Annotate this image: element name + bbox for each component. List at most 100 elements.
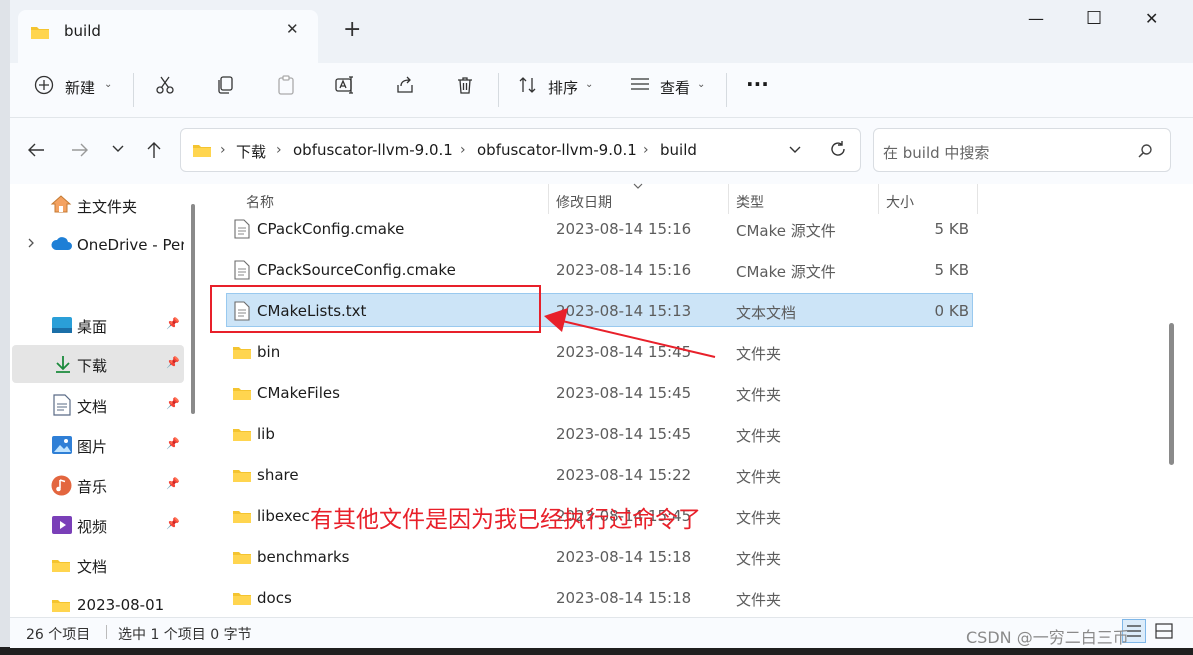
expand-chevron-icon: [26, 237, 36, 249]
rename-icon[interactable]: [335, 75, 355, 95]
delete-icon[interactable]: [455, 75, 475, 95]
close-window-button[interactable]: ✕: [1145, 9, 1158, 28]
sort-button[interactable]: 排序 ⌄: [518, 74, 598, 98]
home-icon: [50, 194, 72, 214]
nav-item-documents-folder[interactable]: 文档: [12, 546, 184, 584]
nav-label: OneDrive - Per: [77, 236, 184, 254]
nav-item-videos[interactable]: 视频 📌: [12, 506, 184, 544]
column-header-size[interactable]: 大小: [886, 192, 914, 212]
file-name: lib: [257, 425, 275, 443]
annotation-highlight-box: [210, 285, 541, 333]
nav-item-music[interactable]: 音乐 📌: [12, 466, 184, 504]
file-row-cpackconfig[interactable]: CPackConfig.cmake 2023-08-14 15:16 CMake…: [226, 213, 973, 247]
folder-row-docs[interactable]: docs 2023-08-14 15:18 文件夹: [226, 582, 973, 616]
breadcrumb-downloads[interactable]: 下载: [236, 141, 266, 162]
chevron-down-icon: ⌄: [104, 79, 113, 90]
nav-item-documents[interactable]: 文档 📌: [12, 386, 184, 424]
column-sort-chevron-icon: [632, 182, 644, 192]
pin-icon[interactable]: 📌: [166, 437, 180, 450]
refresh-icon[interactable]: [829, 140, 847, 158]
back-arrow-icon[interactable]: [26, 141, 46, 159]
file-type: 文件夹: [736, 468, 782, 486]
column-header-type[interactable]: 类型: [736, 192, 764, 212]
file-row-cpacksourceconfig[interactable]: CPackSourceConfig.cmake 2023-08-14 15:16…: [226, 254, 973, 288]
recent-chevron-icon[interactable]: [111, 143, 125, 155]
sort-label: 排序: [548, 79, 579, 97]
breadcrumb-obfuscator[interactable]: obfuscator-llvm-9.0.1: [293, 141, 453, 159]
up-arrow-icon[interactable]: [145, 140, 163, 160]
file-list-scrollbar[interactable]: [1169, 323, 1174, 465]
forward-arrow-icon[interactable]: [70, 141, 90, 159]
paste-icon[interactable]: [276, 75, 296, 95]
plus-circle-icon: [34, 75, 54, 95]
file-date: 2023-08-14 15:45: [556, 425, 692, 443]
address-history-chevron-icon[interactable]: [788, 144, 802, 156]
tiles-view-icon[interactable]: [1154, 622, 1174, 640]
nav-label: 文档: [77, 398, 108, 416]
annotation-text: 有其他文件是因为我已经执行过命令了: [310, 507, 701, 533]
nav-item-2023-08-01[interactable]: 2023-08-01: [12, 586, 184, 616]
nav-item-home[interactable]: 主文件夹: [12, 186, 184, 224]
folder-icon: [232, 508, 252, 524]
file-type: CMake 源文件: [736, 222, 836, 240]
column-divider[interactable]: [977, 184, 978, 214]
file-name: libexec: [257, 507, 310, 525]
tab-title: build: [64, 22, 101, 40]
cut-icon[interactable]: [155, 75, 175, 95]
document-file-icon: [234, 260, 250, 280]
background-strip-left: [0, 0, 10, 655]
nav-item-downloads[interactable]: 下载 📌: [12, 345, 184, 383]
folder-row-share[interactable]: share 2023-08-14 15:22 文件夹: [226, 459, 973, 493]
maximize-button[interactable]: ☐: [1086, 8, 1102, 29]
command-bar: [10, 63, 1193, 118]
tab-build[interactable]: [18, 10, 318, 63]
pin-icon[interactable]: 📌: [166, 477, 180, 490]
chevron-down-icon: ⌄: [697, 79, 706, 90]
view-button[interactable]: 查看 ⌄: [630, 74, 710, 98]
search-icon[interactable]: [1137, 143, 1153, 159]
breadcrumb-obfuscator-inner[interactable]: obfuscator-llvm-9.0.1: [477, 141, 637, 159]
file-name: bin: [257, 343, 281, 361]
background-strip-bottom: [0, 647, 1193, 655]
column-divider[interactable]: [548, 184, 549, 214]
cloud-icon: [50, 236, 74, 252]
file-name: share: [257, 466, 299, 484]
nav-item-onedrive[interactable]: OneDrive - Per: [12, 226, 184, 264]
column-header-name[interactable]: 名称: [246, 192, 274, 212]
breadcrumb-separator: ›: [460, 142, 466, 158]
pin-icon[interactable]: 📌: [166, 517, 180, 530]
column-header-date[interactable]: 修改日期: [556, 192, 612, 212]
nav-scrollbar[interactable]: [191, 204, 195, 414]
folder-row-cmakefiles[interactable]: CMakeFiles 2023-08-14 15:45 文件夹: [226, 377, 973, 411]
new-tab-button[interactable]: +: [343, 17, 361, 42]
sort-icon: [518, 75, 538, 95]
copy-icon[interactable]: [215, 75, 235, 95]
file-type: 文件夹: [736, 550, 782, 568]
nav-item-pictures[interactable]: 图片 📌: [12, 426, 184, 464]
file-size: 0 KB: [934, 302, 969, 320]
file-date: 2023-08-14 15:16: [556, 220, 692, 238]
folder-row-benchmarks[interactable]: benchmarks 2023-08-14 15:18 文件夹: [226, 541, 973, 575]
search-input[interactable]: 在 build 中搜索: [883, 142, 989, 163]
minimize-button[interactable]: —: [1028, 9, 1044, 28]
annotation-arrow: [540, 300, 720, 362]
file-name: CPackConfig.cmake: [257, 220, 405, 238]
tab-close-button[interactable]: ✕: [286, 20, 299, 38]
pin-icon[interactable]: 📌: [166, 356, 180, 369]
share-icon[interactable]: [395, 75, 415, 95]
video-icon: [51, 515, 73, 535]
more-options-button[interactable]: ···: [746, 72, 769, 96]
new-button[interactable]: 新建 ⌄: [34, 74, 116, 98]
column-divider[interactable]: [728, 184, 729, 214]
pictures-icon: [51, 435, 73, 455]
file-date: 2023-08-14 15:45: [556, 384, 692, 402]
folder-icon: [51, 557, 71, 573]
pin-icon[interactable]: 📌: [166, 317, 180, 330]
nav-item-desktop[interactable]: 桌面 📌: [12, 306, 184, 344]
pin-icon[interactable]: 📌: [166, 397, 180, 410]
view-icon: [630, 76, 650, 94]
file-date: 2023-08-14 15:22: [556, 466, 692, 484]
folder-row-lib[interactable]: lib 2023-08-14 15:45 文件夹: [226, 418, 973, 452]
column-divider[interactable]: [878, 184, 879, 214]
breadcrumb-build[interactable]: build: [660, 141, 697, 159]
